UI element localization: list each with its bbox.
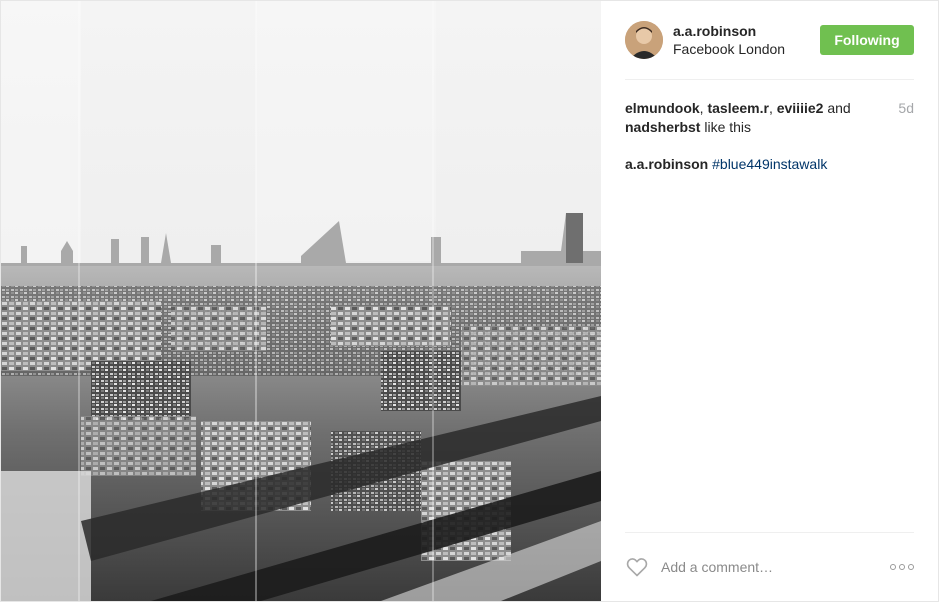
likes-summary: elmundook, tasleem.r, eviiiie2 and nadsh… <box>625 99 914 137</box>
separator: , <box>768 100 777 116</box>
more-options-icon[interactable] <box>884 560 914 574</box>
cityscape-image <box>1 1 601 601</box>
post-header: a.a.robinson Facebook London Following <box>625 1 914 80</box>
caption-hashtag[interactable]: #blue449instawalk <box>712 156 827 172</box>
post-sidebar: a.a.robinson Facebook London Following e… <box>601 1 938 601</box>
post-card: a.a.robinson Facebook London Following e… <box>0 0 939 602</box>
dot <box>890 564 896 570</box>
avatar[interactable] <box>625 21 663 59</box>
post-timestamp[interactable]: 5d <box>898 99 914 118</box>
author-username[interactable]: a.a.robinson <box>673 22 785 40</box>
following-button[interactable]: Following <box>820 25 914 55</box>
caption-username[interactable]: a.a.robinson <box>625 156 708 172</box>
liker-link[interactable]: tasleem.r <box>707 100 768 116</box>
post-location[interactable]: Facebook London <box>673 40 785 58</box>
post-photo[interactable] <box>1 1 601 601</box>
heart-icon[interactable] <box>625 555 649 579</box>
liker-link[interactable]: elmundook <box>625 100 700 116</box>
dot <box>899 564 905 570</box>
likes-conjunction: and <box>827 100 851 116</box>
comment-bar <box>625 532 914 601</box>
likes-suffix: like this <box>704 119 752 135</box>
liker-link[interactable]: nadsherbst <box>625 119 700 135</box>
comment-input[interactable] <box>661 559 884 575</box>
author-info: a.a.robinson Facebook London <box>673 22 785 58</box>
liker-link[interactable]: eviiiie2 <box>777 100 824 116</box>
user-avatar-icon <box>625 21 663 59</box>
dot <box>908 564 914 570</box>
post-caption: a.a.robinson #blue449instawalk <box>625 155 914 174</box>
